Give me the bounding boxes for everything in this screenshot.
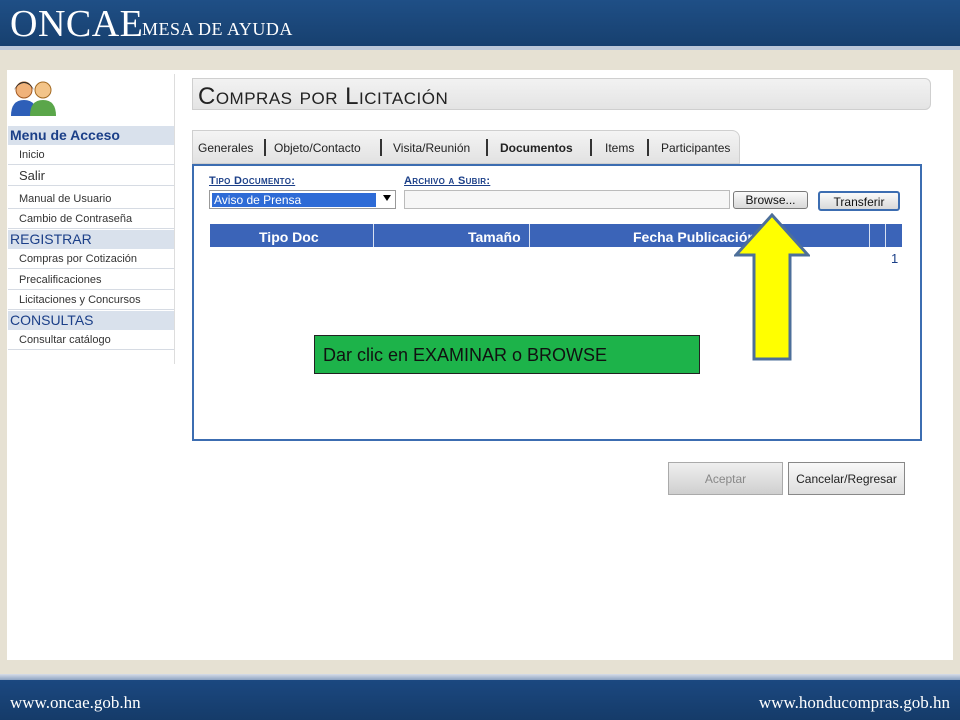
tab-separator (590, 139, 592, 156)
chevron-down-icon[interactable] (383, 195, 391, 201)
column-tamano: Tamaño (468, 229, 521, 245)
archivo-subir-label: Archivo a Subir: (404, 175, 491, 187)
header-banner: ONCAE MESA DE AYUDA (0, 0, 960, 46)
footer-url-oncae[interactable]: www.oncae.gob.hn (10, 693, 141, 713)
menu-heading-consultas: CONSULTAS (8, 311, 174, 330)
tipo-documento-value: Aviso de Prensa (212, 193, 376, 207)
column-separator (885, 224, 886, 247)
tipo-documento-label: Tipo Documento: (209, 175, 296, 187)
menu-heading-acceso: Menu de Acceso (8, 126, 174, 145)
tab-items[interactable]: Items (605, 141, 634, 155)
column-separator (869, 224, 870, 247)
sidebar-item-licitaciones[interactable]: Licitaciones y Concursos (8, 290, 174, 310)
footer-url-honducompras[interactable]: www.honducompras.gob.hn (759, 693, 950, 713)
menu-heading-registrar: REGISTRAR (8, 230, 174, 249)
sidebar-item-inicio[interactable]: Inicio (8, 145, 174, 165)
up-arrow-icon (734, 213, 810, 361)
transfer-button[interactable]: Transferir (818, 191, 900, 211)
sidebar-item-consultar-catalogo[interactable]: Consultar catálogo (8, 330, 174, 350)
tab-generales[interactable]: Generales (198, 141, 253, 155)
column-separator (373, 224, 374, 247)
page-title: Compras por Licitación (198, 83, 449, 110)
cancel-button[interactable]: Cancelar/Regresar (788, 462, 905, 495)
sidebar-item-compras-cotizacion[interactable]: Compras por Cotización (8, 249, 174, 269)
sidebar-item-salir[interactable]: Salir (8, 166, 174, 186)
browse-button[interactable]: Browse... (733, 191, 808, 209)
sidebar-item-cambio-contrasena[interactable]: Cambio de Contraseña (8, 209, 174, 229)
users-icon (11, 81, 56, 116)
tab-separator (380, 139, 382, 156)
instruction-callout: Dar clic en EXAMINAR o BROWSE (314, 335, 700, 374)
brand-name: ONCAE (10, 3, 144, 45)
column-separator (529, 224, 530, 247)
pagination-page[interactable]: 1 (891, 251, 898, 266)
sidebar-item-precalificaciones[interactable]: Precalificaciones (8, 270, 174, 290)
tab-documentos[interactable]: Documentos (500, 141, 573, 155)
tab-visita-reunion[interactable]: Visita/Reunión (393, 141, 470, 155)
tab-objeto-contacto[interactable]: Objeto/Contacto (274, 141, 361, 155)
brand-subtitle: MESA DE AYUDA (142, 19, 293, 39)
file-path-input[interactable] (404, 190, 730, 209)
tab-participantes[interactable]: Participantes (661, 141, 730, 155)
tab-separator (647, 139, 649, 156)
header-gap (0, 50, 960, 56)
column-tipo-doc: Tipo Doc (259, 229, 319, 245)
tab-separator (264, 139, 266, 156)
tab-separator (486, 139, 488, 156)
accept-button[interactable]: Aceptar (668, 462, 783, 495)
sidebar-item-manual[interactable]: Manual de Usuario (8, 189, 174, 209)
tipo-documento-select[interactable]: Aviso de Prensa (209, 190, 396, 209)
